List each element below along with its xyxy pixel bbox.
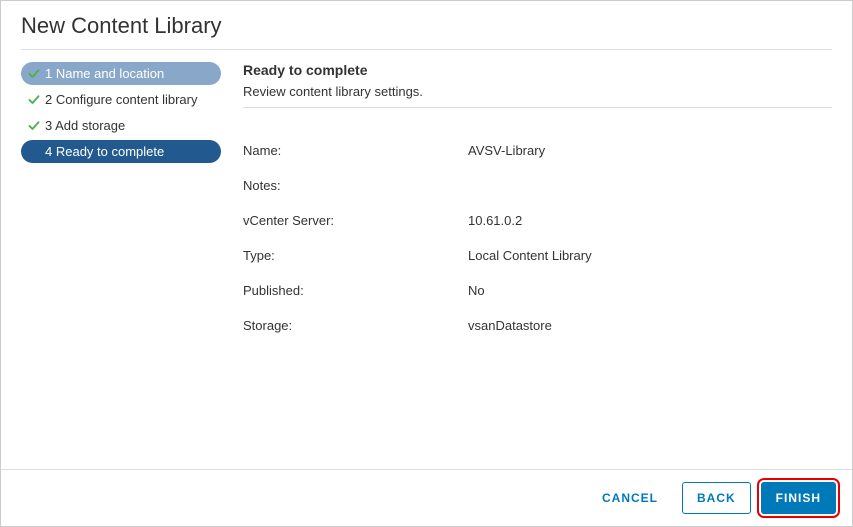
dialog-header: New Content Library xyxy=(1,1,852,49)
wizard-step-label: 1 Name and location xyxy=(45,66,164,81)
summary-row-type: Type: Local Content Library xyxy=(243,248,832,263)
summary-label: vCenter Server: xyxy=(243,213,468,228)
summary-value: 10.61.0.2 xyxy=(468,213,832,228)
summary-value: No xyxy=(468,283,832,298)
cancel-button[interactable]: CANCEL xyxy=(588,483,672,513)
wizard-step-label: 2 Configure content library xyxy=(45,92,197,107)
check-icon xyxy=(27,67,41,81)
dialog-footer: CANCEL BACK FINISH xyxy=(1,470,852,526)
summary-value: Local Content Library xyxy=(468,248,832,263)
wizard-step-name-location[interactable]: 1 Name and location xyxy=(21,62,221,85)
wizard-step-configure[interactable]: 2 Configure content library xyxy=(21,88,221,111)
back-button[interactable]: BACK xyxy=(682,482,751,514)
summary-row-storage: Storage: vsanDatastore xyxy=(243,318,832,333)
summary-value: AVSV-Library xyxy=(468,143,832,158)
wizard-step-label: 3 Add storage xyxy=(45,118,125,133)
summary-label: Published: xyxy=(243,283,468,298)
summary-value xyxy=(468,178,832,193)
summary-label: Notes: xyxy=(243,178,468,193)
summary-row-published: Published: No xyxy=(243,283,832,298)
finish-button[interactable]: FINISH xyxy=(761,482,836,514)
summary-label: Type: xyxy=(243,248,468,263)
summary-label: Storage: xyxy=(243,318,468,333)
summary-row-notes: Notes: xyxy=(243,178,832,193)
content-title: Ready to complete xyxy=(243,62,832,78)
check-icon xyxy=(27,119,41,133)
wizard-step-label: 4 Ready to complete xyxy=(45,144,164,159)
wizard-step-storage[interactable]: 3 Add storage xyxy=(21,114,221,137)
dialog-body: 1 Name and location 2 Configure content … xyxy=(1,50,852,469)
check-icon xyxy=(27,93,41,107)
summary-row-name: Name: AVSV-Library xyxy=(243,143,832,158)
dialog-title: New Content Library xyxy=(21,13,832,39)
wizard-step-ready[interactable]: 4 Ready to complete xyxy=(21,140,221,163)
wizard-sidebar: 1 Name and location 2 Configure content … xyxy=(21,62,231,469)
content-panel: Ready to complete Review content library… xyxy=(231,62,832,469)
summary-row-vcenter: vCenter Server: 10.61.0.2 xyxy=(243,213,832,228)
summary-label: Name: xyxy=(243,143,468,158)
summary-value: vsanDatastore xyxy=(468,318,832,333)
content-divider xyxy=(243,107,832,108)
content-subtitle: Review content library settings. xyxy=(243,84,832,99)
